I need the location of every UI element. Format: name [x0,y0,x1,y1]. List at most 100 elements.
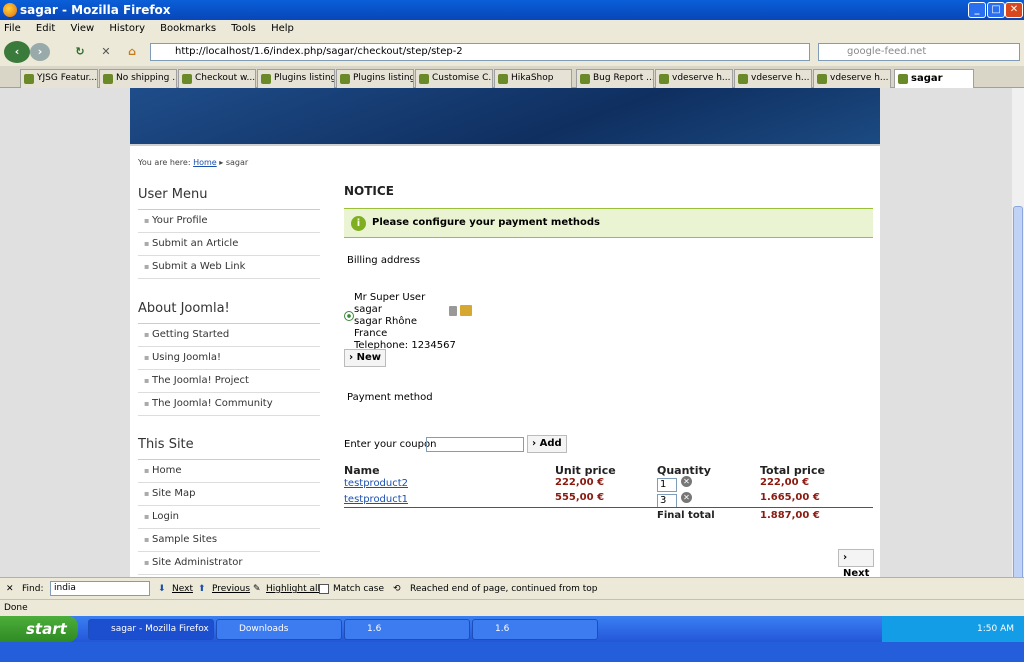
tab-item[interactable]: Customise C... [415,69,493,88]
sidebar-item-submit-article[interactable]: Submit an Article [138,233,320,256]
menu-tools[interactable]: Tools [231,23,256,34]
forward-icon[interactable]: › [30,43,50,61]
tab-item[interactable]: vdeserve h... [655,69,733,88]
menu-view[interactable]: View [70,23,94,34]
menu-file[interactable]: File [4,23,21,34]
address-line2: sagar Rhône [354,316,417,327]
tab-favicon-icon [340,74,350,84]
maximize-button[interactable]: □ [987,2,1005,18]
navigation-toolbar: ‹ › ↻ ✕ ⌂ http://localhost/1.6/index.php… [0,38,1024,66]
sidebar-item-getting-started[interactable]: Getting Started [138,324,320,347]
window-title: sagar - Mozilla Firefox [20,3,171,17]
start-button[interactable]: start [0,616,78,642]
address-radio[interactable] [344,311,354,321]
quantity-input[interactable]: 1 [657,478,677,492]
remove-item-icon[interactable]: ✕ [681,492,692,503]
match-case-checkbox[interactable] [319,584,329,594]
tab-favicon-icon [103,74,113,84]
stop-icon[interactable]: ✕ [98,44,114,60]
next-button[interactable]: › Next [838,549,875,577]
sidebar-item-joomla-community[interactable]: The Joomla! Community [138,393,320,416]
tab-favicon-icon [261,74,271,84]
sidebar-item-home[interactable]: Home [138,460,320,483]
tab-item[interactable]: Plugins listing [336,69,414,88]
search-input[interactable]: google-feed.net [818,43,1020,61]
breadcrumb-arrow-icon: ▸ [219,158,224,167]
tab-item[interactable]: YJSG Featur... [20,69,98,88]
window-title-bar: sagar - Mozilla Firefox _ □ ✕ [0,0,1024,20]
edit-address-icon[interactable] [460,305,472,316]
taskbar-item-folder[interactable]: 1.6 [344,619,470,640]
sidebar-item-site-map[interactable]: Site Map [138,483,320,506]
find-input[interactable]: india [50,581,150,596]
total-price: 1.665,00 € [760,492,820,503]
new-address-button[interactable]: › New [344,349,386,367]
taskbar-item-firefox[interactable]: sagar - Mozilla Firefox [88,619,214,640]
sidebar-item-submit-weblink[interactable]: Submit a Web Link [138,256,320,279]
tab-item-active[interactable]: sagar [894,69,974,88]
tab-bar: YJSG Featur... No shipping ... Checkout … [0,66,1024,88]
web-page: You are here: Home ▸ sagar User Menu You… [130,88,880,577]
menu-edit[interactable]: Edit [36,23,55,34]
tab-favicon-icon [659,74,669,84]
tab-item[interactable]: Bug Report ... [576,69,654,88]
add-coupon-button[interactable]: › Add [527,435,567,453]
coupon-input[interactable] [426,437,524,452]
billing-address-block: Mr Super User sagar sagar Rhône France T… [354,292,456,352]
wrap-notice-icon: ⟲ [393,584,401,594]
tab-favicon-icon [498,74,508,84]
checkout-main: NOTICE i Please configure your payment m… [344,184,875,577]
product-link[interactable]: testproduct1 [344,494,408,505]
url-input[interactable]: http://localhost/1.6/index.php/sagar/che… [150,43,810,61]
sidebar: User Menu Your Profile Submit an Article… [138,184,320,575]
breadcrumb-home-link[interactable]: Home [193,158,217,167]
find-previous-icon[interactable]: ⬆ [198,578,206,600]
delete-address-icon[interactable] [449,306,457,316]
tab-item[interactable]: vdeserve h... [813,69,891,88]
close-find-icon[interactable]: ✕ [6,578,14,600]
billing-address-label: Billing address [347,255,421,266]
sidebar-item-site-administrator[interactable]: Site Administrator [138,552,320,575]
highlight-all-button[interactable]: Highlight all [266,578,320,600]
total-divider [344,507,873,508]
sidebar-item-joomla-project[interactable]: The Joomla! Project [138,370,320,393]
sidebar-item-your-profile[interactable]: Your Profile [138,210,320,233]
find-next-button[interactable]: Next [172,578,193,600]
quantity-input[interactable]: 3 [657,494,677,508]
tab-item[interactable]: Plugins listing [257,69,335,88]
tab-favicon-icon [817,74,827,84]
reload-icon[interactable]: ↻ [72,44,88,60]
highlight-icon[interactable]: ✎ [253,578,261,600]
taskbar-item-downloads[interactable]: Downloads [216,619,342,640]
close-button[interactable]: ✕ [1005,2,1023,18]
home-icon[interactable]: ⌂ [124,44,140,60]
taskbar-item-folder[interactable]: 1.6 [472,619,598,640]
sidebar-item-login[interactable]: Login [138,506,320,529]
page-scrollbar[interactable] [1012,88,1024,591]
remove-item-icon[interactable]: ✕ [681,476,692,487]
tab-item[interactable]: Checkout w... [178,69,256,88]
tab-item[interactable]: HikaShop [494,69,572,88]
menu-help[interactable]: Help [271,23,294,34]
find-previous-button[interactable]: Previous [212,578,250,600]
sidebar-item-sample-sites[interactable]: Sample Sites [138,529,320,552]
header-name: Name [344,464,380,477]
tab-favicon-icon [182,74,192,84]
product-link[interactable]: testproduct2 [344,478,408,489]
notice-title: NOTICE [344,184,394,198]
sidebar-item-using-joomla[interactable]: Using Joomla! [138,347,320,370]
notice-message: Please configure your payment methods [372,217,601,228]
scrollbar-thumb[interactable] [1013,206,1023,591]
minimize-button[interactable]: _ [968,2,986,18]
payment-method-label: Payment method [347,392,433,403]
tab-favicon-icon [898,74,908,84]
back-icon[interactable]: ‹ [4,41,30,63]
menu-bookmarks[interactable]: Bookmarks [160,23,216,34]
tab-item[interactable]: vdeserve h... [734,69,812,88]
tab-item[interactable]: No shipping ... [99,69,177,88]
menu-history[interactable]: History [109,23,145,34]
taskbar: start sagar - Mozilla Firefox Downloads … [0,616,1024,662]
find-next-icon[interactable]: ⬇ [158,578,166,600]
unit-price: 555,00 € [555,492,605,503]
header-unit-price: Unit price [555,464,616,477]
